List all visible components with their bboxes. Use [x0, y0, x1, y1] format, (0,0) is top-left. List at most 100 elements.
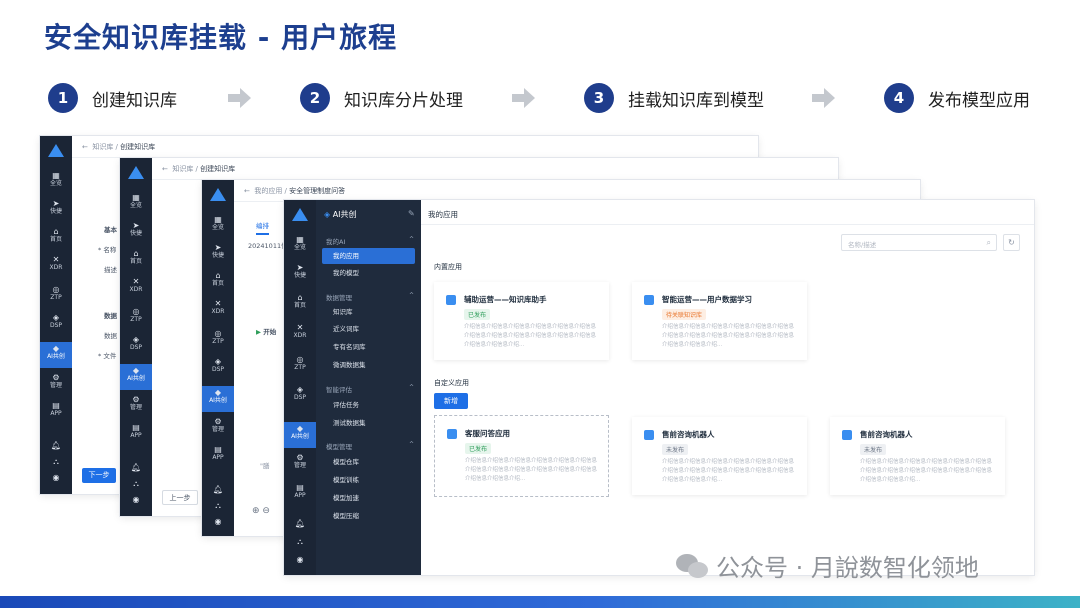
logo-icon	[292, 208, 308, 221]
topbar: ← 我的应用 / 安全管理制度问答	[234, 180, 920, 202]
nav-item-ztp[interactable]: ◎ ZTP	[284, 356, 316, 372]
breadcrumb: ← 知识库 / 创建知识库	[162, 165, 236, 173]
arrow-right-icon	[512, 88, 535, 108]
nav-item-dsp[interactable]: ◈ DSP	[40, 314, 72, 330]
nav-item-ztp[interactable]: ◎ ZTP	[40, 286, 72, 302]
menu-item-my-apps[interactable]: 我的应用	[322, 248, 415, 264]
org-icon[interactable]: ⛬	[202, 502, 234, 510]
bell-icon[interactable]: 🔔︎	[120, 464, 152, 472]
step-4: 4 发布模型应用	[884, 83, 1030, 113]
app-card[interactable]: 智能运营——用户数据学习 待关联知识库 介绍信息介绍信息介绍信息介绍信息介绍信息…	[632, 282, 807, 360]
menu-item-finetune-data[interactable]: 微调数据集	[316, 357, 421, 373]
logo-icon	[128, 166, 144, 179]
nav-item-manage[interactable]: ⚙ 管理	[202, 418, 234, 434]
start-node[interactable]: ▶ 开始	[256, 326, 276, 336]
nav-item-overview[interactable]: ▦ 全览	[284, 236, 316, 252]
org-icon[interactable]: ⛬	[284, 538, 316, 546]
nav-item-ai[interactable]: ◆ AI共创	[284, 422, 316, 448]
menu-item-model-train[interactable]: 模型训练	[316, 472, 421, 488]
wechat-icon	[676, 552, 710, 580]
menu-item-proper-nouns[interactable]: 专有名词库	[316, 339, 421, 355]
user-icon[interactable]: ◉	[40, 474, 72, 482]
menu-group-my-ai[interactable]: 我的AI ^	[316, 236, 421, 246]
step-number: 3	[584, 83, 614, 113]
status-badge: 待关联知识库	[662, 309, 707, 320]
menu-group-models[interactable]: 模型管理 ^	[316, 441, 421, 451]
chevron-up-icon: ^	[408, 441, 414, 448]
nav-item-home[interactable]: ⌂ 首页	[284, 294, 316, 310]
org-icon[interactable]: ⛬	[120, 480, 152, 488]
menu-group-data[interactable]: 数据管理 ^	[316, 292, 421, 302]
zoom-controls[interactable]: ⊕ ⊖	[252, 506, 270, 516]
nav-item-manage[interactable]: ⚙ 管理	[40, 374, 72, 390]
bell-icon[interactable]: 🔔︎	[202, 486, 234, 494]
org-icon[interactable]: ⛬	[40, 458, 72, 466]
app-card[interactable]: 售前咨询机器人 未发布 介绍信息介绍信息介绍信息介绍信息介绍信息介绍信息介绍信息…	[830, 417, 1005, 495]
app-nav: ▦ 全览 ➤ 快捷 ⌂ 首页 ✕ XDR ◎ ZTP ◈ DSP ◆ AI共创 ⚙ 管理 ▤ AP…	[284, 200, 316, 575]
user-icon[interactable]: ◉	[120, 496, 152, 504]
app-card[interactable]: 售前咨询机器人 未发布 介绍信息介绍信息介绍信息介绍信息介绍信息介绍信息介绍信息…	[632, 417, 807, 495]
add-app-button[interactable]: 新增	[434, 393, 468, 409]
search-icon: ⌕	[986, 238, 991, 247]
nav-item-dsp[interactable]: ◈ DSP	[202, 358, 234, 374]
search-input[interactable]: 名称/描述 ⌕	[841, 234, 997, 251]
refresh-icon[interactable]: ↻	[1003, 234, 1020, 251]
nav-item-shortcut[interactable]: ➤ 快捷	[120, 222, 152, 238]
nav-item-dsp[interactable]: ◈ DSP	[284, 386, 316, 402]
nav-item-xdr[interactable]: ✕ XDR	[40, 256, 72, 272]
step-label: 知识库分片处理	[344, 90, 463, 111]
nav-item-shortcut[interactable]: ➤ 快捷	[202, 244, 234, 260]
nav-item-xdr[interactable]: ✕ XDR	[120, 278, 152, 294]
menu-item-knowledge-base[interactable]: 知识库	[316, 304, 421, 320]
next-button[interactable]: 下一步	[82, 468, 116, 483]
nav-item-home[interactable]: ⌂ 首页	[40, 228, 72, 244]
menu-item-model-compress[interactable]: 模型压缩	[316, 508, 421, 524]
user-icon[interactable]: ◉	[284, 556, 316, 564]
app-icon	[644, 430, 654, 440]
prev-button[interactable]: 上一步	[162, 490, 198, 505]
chevron-up-icon: ^	[408, 292, 414, 299]
nav-item-app[interactable]: ▤ APP	[202, 446, 234, 462]
nav-item-xdr[interactable]: ✕ XDR	[202, 300, 234, 316]
pin-icon[interactable]: ✎	[408, 209, 415, 218]
nav-item-shortcut[interactable]: ➤ 快捷	[284, 264, 316, 280]
nav-item-ztp[interactable]: ◎ ZTP	[202, 330, 234, 346]
nav-item-app[interactable]: ▤ APP	[120, 424, 152, 440]
nav-item-manage[interactable]: ⚙ 管理	[284, 454, 316, 470]
nav-item-overview[interactable]: ▦ 全览	[120, 194, 152, 210]
nav-item-xdr[interactable]: ✕ XDR	[284, 324, 316, 340]
field-name-label: * 名称	[98, 246, 117, 254]
menu-group-eval[interactable]: 智能评估 ^	[316, 384, 421, 394]
app-card[interactable]: 客服问答应用 已发布 介绍信息介绍信息介绍信息介绍信息介绍信息介绍信息介绍信息介…	[434, 415, 609, 497]
nav-item-dsp[interactable]: ◈ DSP	[120, 336, 152, 352]
arrow-right-icon	[228, 88, 251, 108]
nav-item-app[interactable]: ▤ APP	[40, 402, 72, 418]
menu-item-synonyms[interactable]: 近义词库	[316, 321, 421, 337]
user-icon[interactable]: ◉	[202, 518, 234, 526]
nav-item-ai[interactable]: ◆ AI共创	[120, 364, 152, 390]
nav-item-app[interactable]: ▤ APP	[284, 484, 316, 500]
nav-item-shortcut[interactable]: ➤ 快捷	[40, 200, 72, 216]
menu-item-model-accel[interactable]: 模型加速	[316, 490, 421, 506]
menu-item-test-data[interactable]: 测试数据集	[316, 415, 421, 431]
nav-item-manage[interactable]: ⚙ 管理	[120, 396, 152, 412]
bell-icon[interactable]: 🔔︎	[284, 520, 316, 528]
menu-item-eval-tasks[interactable]: 评估任务	[316, 397, 421, 413]
nav-item-overview[interactable]: ▦ 全览	[40, 172, 72, 188]
nav-item-ztp[interactable]: ◎ ZTP	[120, 308, 152, 324]
arrow-right-icon	[812, 88, 835, 108]
tab-edit[interactable]: 编排	[256, 220, 269, 235]
bell-icon[interactable]: 🔔︎	[40, 442, 72, 450]
app-card[interactable]: 辅助运营——知识库助手 已发布 介绍信息介绍信息介绍信息介绍信息介绍信息介绍信息…	[434, 282, 609, 360]
nav-item-overview[interactable]: ▦ 全览	[202, 216, 234, 232]
menu-item-my-models[interactable]: 我的模型	[316, 265, 421, 281]
nav-item-home[interactable]: ⌂ 首页	[120, 250, 152, 266]
menu-item-model-repo[interactable]: 模型仓库	[316, 454, 421, 470]
nav-item-ai[interactable]: ◆ AI共创	[202, 386, 234, 412]
app-name: 辅助运营——知识库助手	[464, 295, 547, 304]
nav-item-home[interactable]: ⌂ 首页	[202, 272, 234, 288]
page-title: 安全知识库挂载 - 用户旅程	[44, 21, 398, 54]
logo-icon	[210, 188, 226, 201]
app-name: 客服问答应用	[465, 429, 510, 438]
nav-item-ai[interactable]: ◆ AI共创	[40, 342, 72, 368]
